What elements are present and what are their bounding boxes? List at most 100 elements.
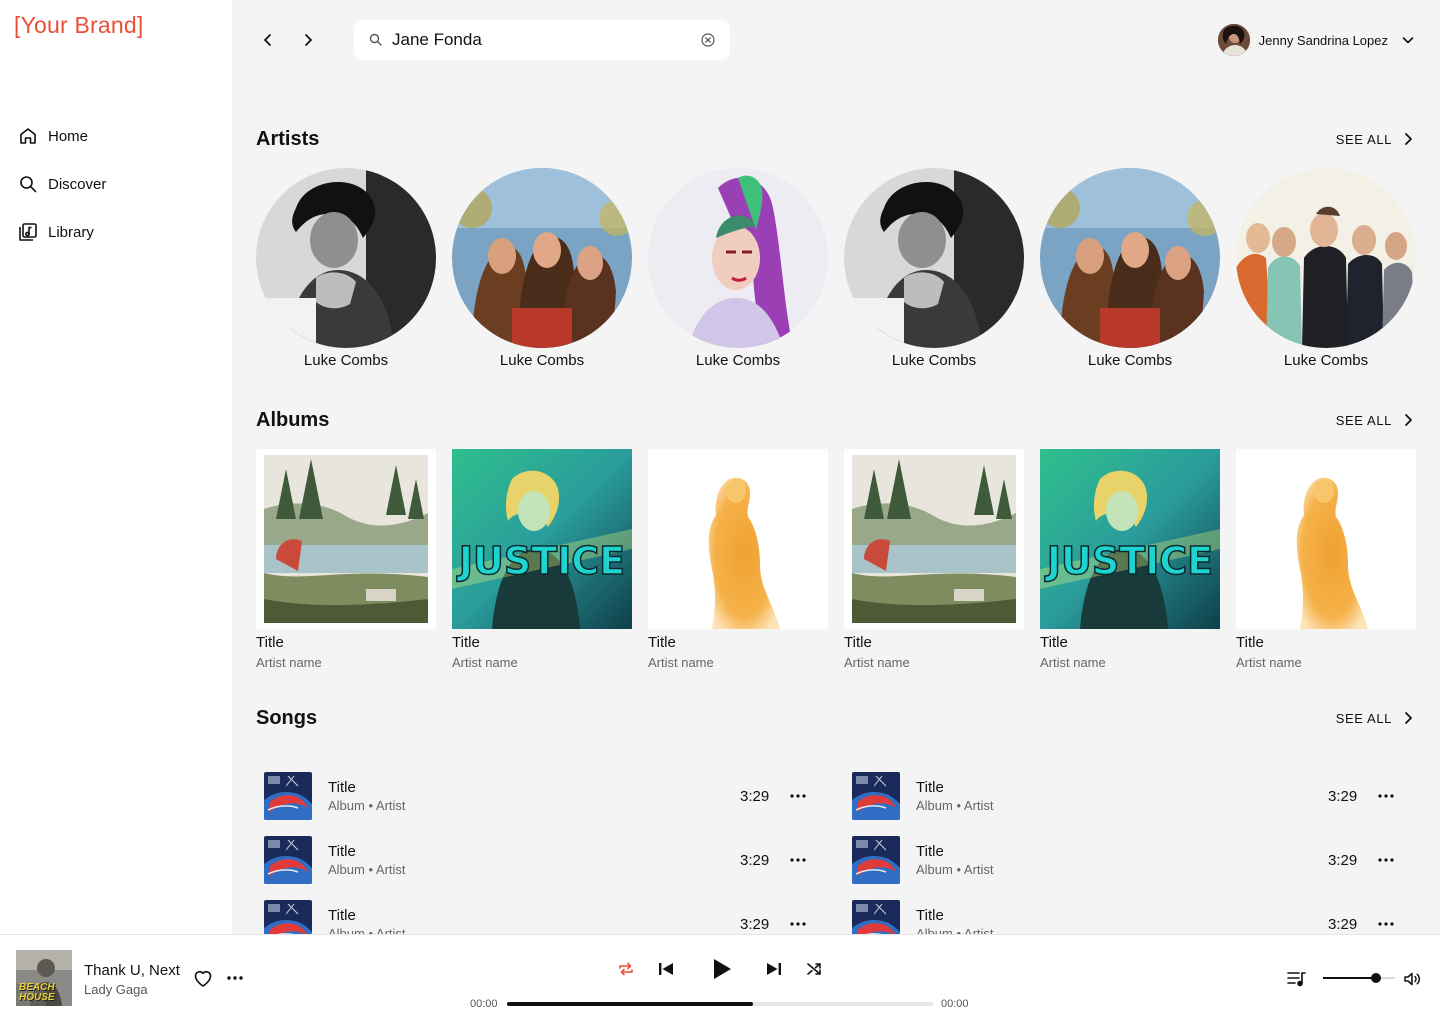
song-meta: Album • Artist: [328, 926, 406, 934]
album-card[interactable]: Title Artist name: [256, 449, 436, 670]
song-row[interactable]: Title Album • Artist 3:29: [844, 764, 1404, 820]
progress-fill: [507, 1002, 753, 1006]
search-input[interactable]: [392, 30, 700, 50]
chevron-right-icon: [1405, 414, 1412, 426]
chevron-right-icon: [1405, 712, 1412, 724]
more-options-icon[interactable]: [1376, 786, 1396, 806]
song-thumbnail: [264, 836, 312, 884]
album-title: Title: [1040, 634, 1068, 651]
see-all-albums-button[interactable]: SEE ALL: [1336, 412, 1416, 428]
previous-button[interactable]: [655, 957, 677, 981]
elapsed-time: 00:00: [470, 998, 498, 1010]
song-row[interactable]: Title Album • Artist 3:29: [256, 764, 816, 820]
sidebar-item-library[interactable]: Library: [18, 220, 106, 244]
album-artist: Artist name: [1040, 655, 1106, 670]
sidebar-item-label: Discover: [48, 175, 107, 193]
heart-icon[interactable]: [192, 967, 214, 989]
album-title: Title: [648, 634, 676, 651]
album-card[interactable]: JUSTICE Title Artist name: [452, 449, 632, 670]
artist-card[interactable]: Luke Combs: [1236, 168, 1416, 369]
now-playing-cover-text: BEACH HOUSE: [19, 982, 55, 1003]
repeat-button[interactable]: [616, 957, 636, 981]
song-thumbnail: [264, 900, 312, 934]
section-title-albums: Albums: [256, 409, 330, 431]
song-duration: 3:29: [1328, 788, 1358, 805]
album-title: Title: [452, 634, 480, 651]
song-thumbnail: [852, 772, 900, 820]
shuffle-button[interactable]: [804, 957, 824, 981]
album-card[interactable]: JUSTICE Title Artist name: [1040, 449, 1220, 670]
volume-handle[interactable]: [1370, 973, 1381, 983]
more-options-icon[interactable]: [788, 786, 808, 806]
play-button[interactable]: [706, 957, 736, 981]
see-all-songs-button[interactable]: SEE ALL: [1336, 710, 1416, 726]
song-meta: Album • Artist: [916, 926, 994, 934]
artist-photo: [1040, 168, 1220, 348]
album-card[interactable]: Title Artist name: [1236, 449, 1416, 670]
sidebar-item-home[interactable]: Home: [18, 124, 106, 148]
svg-text:JUSTICE: JUSTICE: [456, 539, 625, 583]
song-row[interactable]: Title Album • Artist 3:29: [844, 828, 1404, 884]
next-button[interactable]: [763, 957, 785, 981]
album-cover: JUSTICE: [1040, 449, 1220, 629]
now-playing-cover[interactable]: BEACH HOUSE: [16, 950, 72, 1006]
album-card[interactable]: Title Artist name: [648, 449, 828, 670]
sidebar-nav: Home Discover Library: [18, 124, 106, 268]
progress-bar[interactable]: [507, 1002, 933, 1006]
user-menu[interactable]: Jenny Sandrina Lopez: [1217, 24, 1416, 56]
album-title: Title: [1236, 634, 1264, 651]
now-playing-title[interactable]: Thank U, Next: [84, 962, 180, 979]
shuffle-icon: [807, 963, 821, 975]
song-title: Title: [328, 843, 356, 860]
more-options-icon[interactable]: [788, 914, 808, 934]
song-title: Title: [916, 907, 944, 924]
volume-fill: [1323, 977, 1376, 979]
more-options-icon[interactable]: [1376, 850, 1396, 870]
user-name: Jenny Sandrina Lopez: [1258, 32, 1388, 48]
top-bar: Jenny Sandrina Lopez: [232, 0, 1440, 80]
artist-card[interactable]: Luke Combs: [1040, 168, 1220, 369]
album-artist: Artist name: [1236, 655, 1302, 670]
song-row[interactable]: Title Album • Artist 3:29: [256, 892, 816, 934]
artist-photo: [844, 168, 1024, 348]
volume-icon[interactable]: [1402, 969, 1422, 989]
chevron-right-icon: [1405, 133, 1412, 145]
brand-logo[interactable]: [Your Brand]: [14, 12, 143, 39]
artist-name: Luke Combs: [499, 352, 585, 369]
library-icon: [19, 223, 37, 241]
album-card[interactable]: Title Artist name: [844, 449, 1024, 670]
album-cover: [256, 449, 436, 629]
album-cover: JUSTICE: [452, 449, 632, 629]
see-all-label: SEE ALL: [1335, 131, 1392, 147]
back-button[interactable]: [256, 28, 280, 52]
album-artist: Artist name: [452, 655, 518, 670]
svg-text:JUSTICE: JUSTICE: [1044, 539, 1213, 583]
artist-card[interactable]: Luke Combs: [256, 168, 436, 369]
more-options-icon[interactable]: [1376, 914, 1396, 934]
see-all-artists-button[interactable]: SEE ALL: [1336, 131, 1416, 147]
album-artist: Artist name: [648, 655, 714, 670]
song-row[interactable]: Title Album • Artist 3:29: [256, 828, 816, 884]
song-row[interactable]: Title Album • Artist 3:29: [844, 892, 1404, 934]
clear-search-icon[interactable]: [700, 32, 716, 48]
sidebar-item-discover[interactable]: Discover: [18, 172, 106, 196]
forward-button[interactable]: [296, 28, 320, 52]
volume-slider[interactable]: [1323, 973, 1395, 983]
artist-name: Luke Combs: [303, 352, 389, 369]
artist-card[interactable]: Luke Combs: [648, 168, 828, 369]
more-options-icon[interactable]: [788, 850, 808, 870]
album-cover: [648, 449, 828, 629]
artist-name: Luke Combs: [1283, 352, 1369, 369]
queue-icon[interactable]: [1286, 969, 1308, 989]
song-meta: Album • Artist: [916, 862, 994, 877]
artist-card[interactable]: Luke Combs: [452, 168, 632, 369]
song-thumbnail: [852, 900, 900, 934]
artist-photo: [256, 168, 436, 348]
artist-card[interactable]: Luke Combs: [844, 168, 1024, 369]
skip-back-icon: [659, 963, 673, 975]
avatar: [1217, 24, 1250, 56]
more-options-icon[interactable]: [225, 968, 245, 988]
see-all-label: SEE ALL: [1335, 412, 1392, 428]
now-playing-artist[interactable]: Lady Gaga: [84, 982, 148, 997]
album-artist: Artist name: [256, 655, 322, 670]
